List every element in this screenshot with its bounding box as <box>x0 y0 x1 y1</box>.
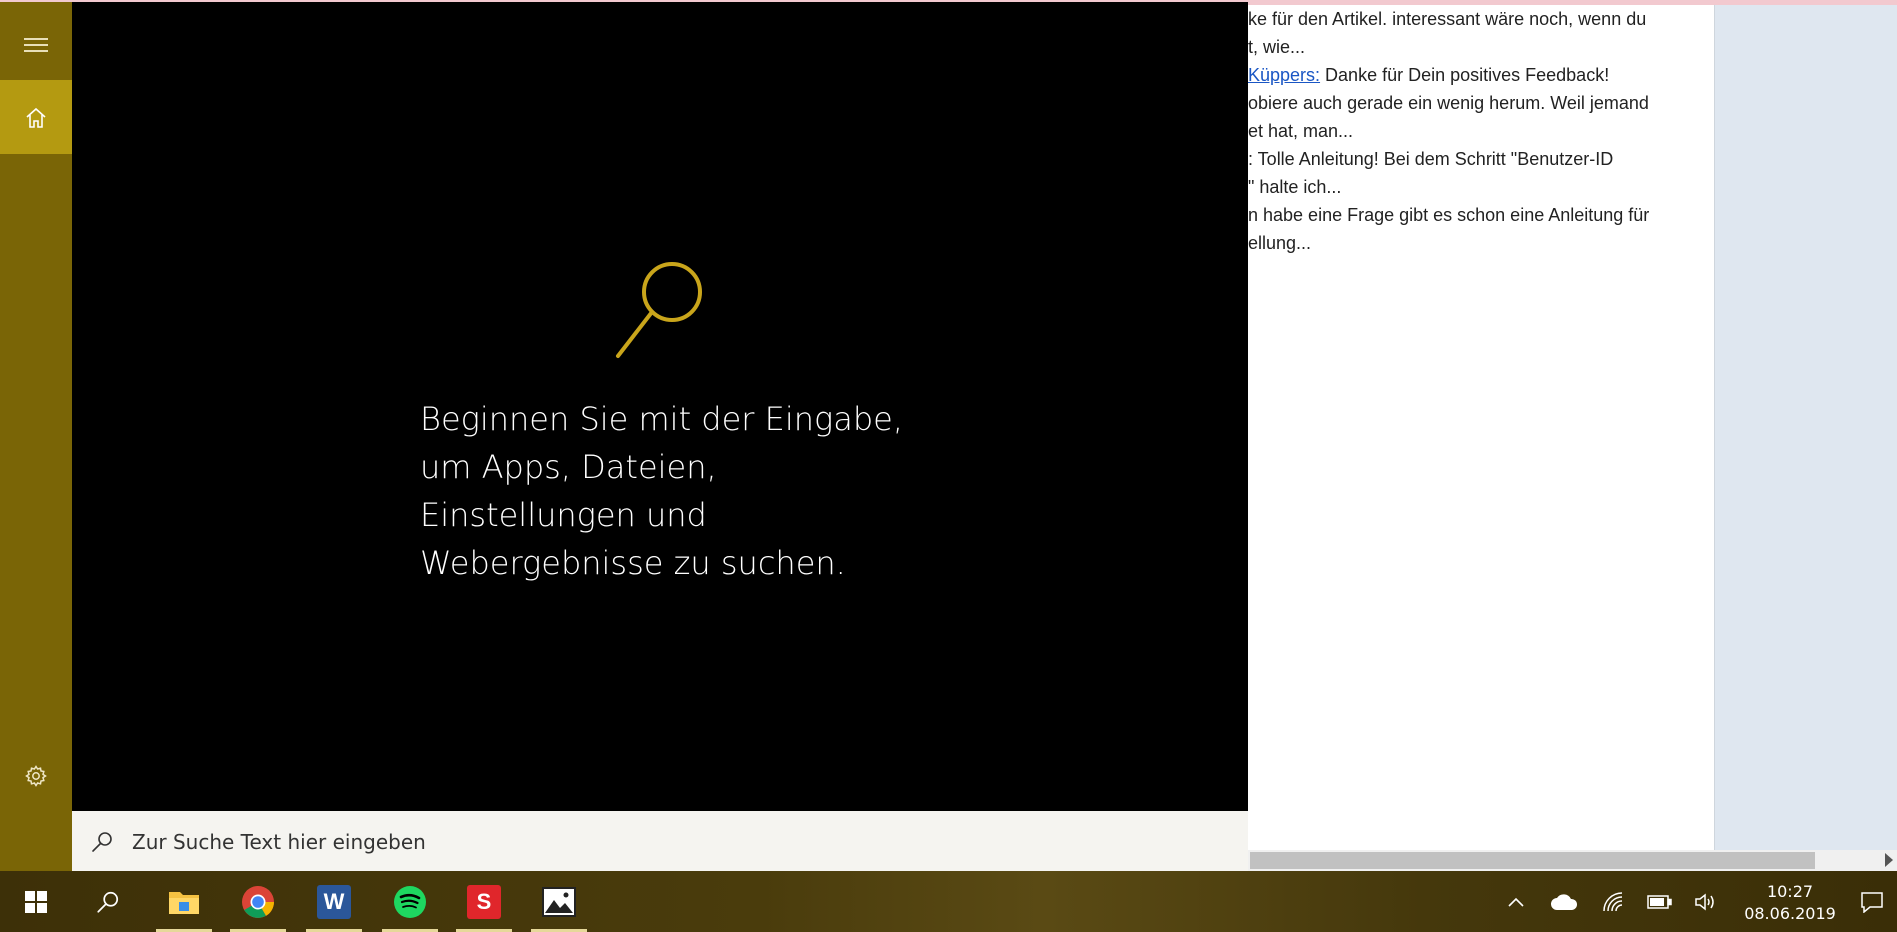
battery-icon <box>1647 894 1672 909</box>
windows-logo-icon <box>25 890 47 913</box>
taskbar-spotify[interactable] <box>374 871 446 932</box>
comment-line: ke für den Artikel. interessant wäre noc… <box>1248 9 1647 29</box>
app-s-icon: S <box>467 884 501 919</box>
search-hint-message: Beginnen Sie mit der Eingabe, um Apps, D… <box>420 400 903 582</box>
taskbar-file-explorer[interactable] <box>148 871 220 932</box>
comment-line: et hat, man... <box>1248 121 1354 141</box>
chevron-up-icon <box>1508 897 1524 907</box>
search-icon <box>97 891 119 913</box>
clock-time: 10:27 <box>1766 882 1814 901</box>
home-icon <box>26 107 46 128</box>
search-magnifier-icon <box>616 262 702 358</box>
search-icon <box>92 832 112 852</box>
folder-icon <box>169 891 199 914</box>
comment-line: : Tolle Anleitung! Bei dem Schritt "Benu… <box>1248 149 1614 169</box>
comment-line: " halte ich... <box>1248 177 1342 197</box>
horizontal-scrollbar[interactable] <box>1248 850 1897 871</box>
spotify-icon <box>394 885 426 918</box>
comment-author-link[interactable]: Küppers: <box>1248 65 1320 85</box>
cloud-icon <box>1551 893 1578 910</box>
taskbar-clock[interactable]: 10:27 08.06.2019 <box>1730 881 1850 925</box>
taskbar-search-button[interactable] <box>72 871 144 932</box>
chrome-icon <box>242 885 274 918</box>
start-rail <box>0 2 72 871</box>
wifi-icon <box>1603 891 1623 911</box>
background-page-comments: ke für den Artikel. interessant wäre noc… <box>1248 5 1715 850</box>
search-input[interactable] <box>130 823 1224 861</box>
search-panel: Beginnen Sie mit der Eingabe, um Apps, D… <box>72 2 1248 811</box>
scrollbar-thumb[interactable] <box>1250 852 1815 869</box>
hamburger-menu-icon[interactable] <box>24 38 48 56</box>
search-box[interactable] <box>72 811 1248 871</box>
taskbar: W S 10:27 08.06.2019 <box>0 871 1897 932</box>
comment-line: n habe eine Frage gibt es schon eine Anl… <box>1248 205 1650 225</box>
tray-onedrive[interactable] <box>1546 871 1582 932</box>
tray-network[interactable] <box>1596 871 1632 932</box>
photos-icon <box>542 886 576 917</box>
word-icon: W <box>317 884 351 919</box>
start-button[interactable] <box>0 871 72 932</box>
tray-show-hidden-icons[interactable] <box>1498 871 1534 932</box>
taskbar-word[interactable]: W <box>298 871 370 932</box>
scroll-right-arrow-icon[interactable] <box>1885 853 1893 867</box>
tray-battery[interactable] <box>1642 871 1678 932</box>
comment-line: obiere auch gerade ein wenig herum. Weil… <box>1248 93 1649 113</box>
home-button[interactable] <box>0 80 72 154</box>
comment-line: Küppers: Danke für Dein positives Feedba… <box>1248 65 1610 85</box>
taskbar-app-s[interactable]: S <box>448 871 520 932</box>
comment-line: t, wie... <box>1248 37 1306 57</box>
notification-icon <box>1861 891 1883 913</box>
taskbar-chrome[interactable] <box>222 871 294 932</box>
background-side-panel <box>1715 5 1897 850</box>
speaker-icon <box>1695 892 1714 911</box>
taskbar-photos[interactable] <box>523 871 595 932</box>
tray-volume[interactable] <box>1688 871 1724 932</box>
comment-line: ellung... <box>1248 233 1312 253</box>
clock-date: 08.06.2019 <box>1744 904 1836 923</box>
settings-gear-icon[interactable] <box>24 764 48 788</box>
action-center-button[interactable] <box>1854 871 1890 932</box>
